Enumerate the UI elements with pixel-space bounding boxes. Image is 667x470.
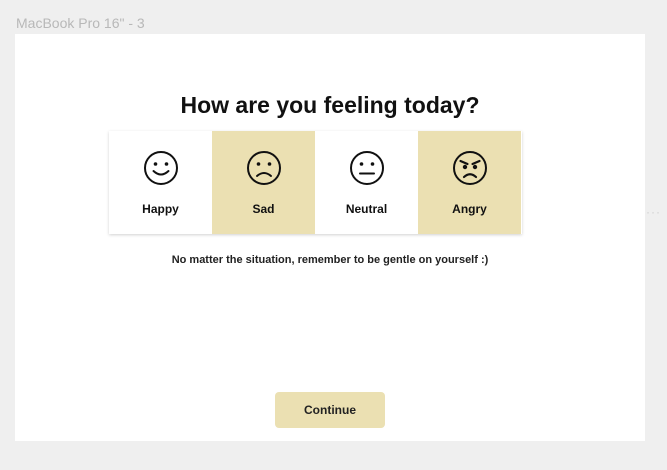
mood-card-sad[interactable]: Sad xyxy=(212,131,315,234)
side-indicator: ··· xyxy=(646,205,661,219)
mood-label-angry: Angry xyxy=(452,202,487,216)
neutral-face-icon xyxy=(349,151,384,185)
mood-selector: Happy Sad Neutral Angry xyxy=(109,131,522,234)
frame-label: MacBook Pro 16" - 3 xyxy=(16,15,145,31)
continue-button[interactable]: Continue xyxy=(275,392,385,428)
smiling-face-icon xyxy=(143,151,178,185)
mood-label-sad: Sad xyxy=(252,202,275,216)
mood-card-angry[interactable]: Angry xyxy=(418,131,521,234)
mood-label-neutral: Neutral xyxy=(345,202,388,216)
mood-label-happy: Happy xyxy=(142,202,179,216)
angry-face-icon xyxy=(452,151,487,185)
mood-card-neutral[interactable]: Neutral xyxy=(315,131,418,234)
mood-card-happy[interactable]: Happy xyxy=(109,131,212,234)
frowning-face-icon xyxy=(246,151,281,185)
encouragement-message: No matter the situation, remember to be … xyxy=(171,254,489,266)
page-title: How are you feeling today? xyxy=(180,92,480,118)
app-frame: How are you feeling today? Happy Sad Neu… xyxy=(15,34,645,441)
